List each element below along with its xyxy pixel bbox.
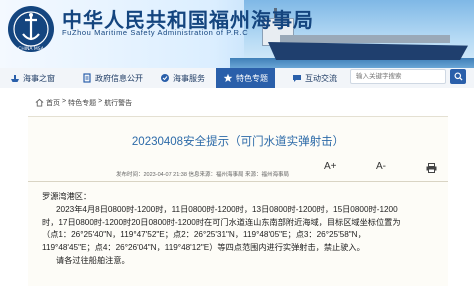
font-larger-button[interactable]: A+ [324, 161, 337, 172]
site-subtitle: FuZhou Maritime Safety Administration of… [62, 28, 249, 37]
nav-item-interaction[interactable]: 互动交流 [292, 68, 337, 88]
nav-item-maritime-window[interactable]: 海事之窗 [10, 68, 55, 88]
breadcrumb-nav-warning[interactable]: 航行警告 [104, 98, 132, 108]
nav-item-services[interactable]: 海事服务 [160, 68, 205, 88]
search-button[interactable] [450, 69, 466, 84]
logo-text: CHINA MSA [18, 46, 45, 52]
article-panel: 20230408安全提示（可门水道实弹射击） 发布时间：2023-04-07 2… [28, 116, 448, 286]
breadcrumb: 首页 > 特色专题 > 航行警告 [35, 98, 132, 108]
breadcrumb-featured[interactable]: 特色专题 [68, 98, 96, 108]
nav-label: 政府信息公开 [95, 73, 143, 83]
paragraph-area: 罗源湾港区： [42, 192, 92, 201]
chat-icon [292, 73, 302, 83]
nav-label: 互动交流 [305, 73, 337, 83]
msa-logo-icon[interactable]: CHINA MSA [6, 4, 56, 54]
paragraph-note: 请各过往船舶注意。 [56, 255, 130, 265]
nav-label: 特色专题 [236, 73, 268, 83]
star-icon [223, 73, 233, 83]
paragraph-line: 2023年4月8日0800时-1200时，11日0800时-1200时，13日0… [56, 204, 398, 214]
nav-item-gov-info[interactable]: 政府信息公开 [82, 68, 143, 88]
ship-icon [10, 73, 20, 83]
breadcrumb-home[interactable]: 首页 [46, 98, 60, 108]
paragraph-line: （点1：26°25'40"N，119°47'52"E；点2：26°25'31"N… [42, 230, 366, 240]
paragraph-line: 119°48'45"E；点4：26°26'04"N，119°48'12"E）等四… [42, 243, 365, 253]
ship-deck [280, 35, 450, 43]
article-title: 20230408安全提示（可门水道实弹射击） [131, 136, 345, 148]
service-icon [160, 73, 170, 83]
document-icon [82, 73, 92, 83]
search-input[interactable] [350, 69, 446, 84]
article-meta: 发布时间：2023-04-07 21:38 信息来源：福州海事局 来源：福州海事… [116, 172, 289, 178]
paragraph-line: 时，17日0800时-1200时20日0800时-1200时在可门水道连山东南部… [42, 217, 401, 227]
article-body: 罗源湾港区： 2023年4月8日0800时-1200时，11日0800时-120… [42, 191, 442, 268]
article-divider [28, 181, 448, 182]
nav-item-featured[interactable]: 特色专题 [216, 68, 275, 88]
breadcrumb-separator: > [62, 98, 67, 105]
nav-label: 海事服务 [173, 73, 205, 83]
font-smaller-button[interactable]: A- [376, 161, 386, 172]
home-icon [35, 98, 44, 107]
nav-label: 海事之窗 [23, 73, 55, 83]
breadcrumb-separator: > [98, 98, 103, 105]
site-header: CHINA MSA 中华人民共和国福州海事局 FuZhou Maritime S… [0, 0, 474, 68]
search-icon [453, 72, 463, 81]
print-icon[interactable] [426, 163, 437, 173]
